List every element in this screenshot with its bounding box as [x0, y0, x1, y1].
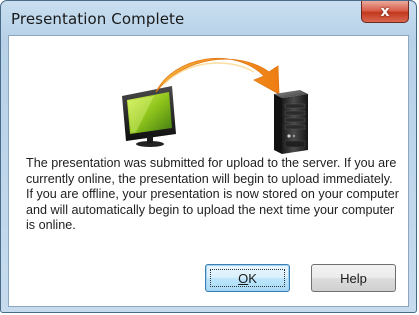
dialog-title: Presentation Complete [11, 10, 185, 28]
upload-illustration [122, 57, 308, 154]
help-button[interactable]: Help [311, 264, 396, 292]
monitor-icon [122, 86, 176, 147]
curved-arrow-icon [155, 57, 280, 95]
title-bar[interactable]: Presentation Complete x [1, 1, 416, 35]
help-button-label: Help [340, 270, 367, 286]
close-button[interactable]: x [361, 1, 409, 23]
ok-button[interactable]: OK [205, 264, 290, 292]
close-icon: x [380, 3, 390, 20]
focus-ring [210, 269, 285, 287]
dialog-content: The presentation was submitted for uploa… [8, 35, 409, 307]
dialog-window: Presentation Complete x The presentation… [0, 0, 417, 313]
server-icon [274, 90, 308, 154]
dialog-message: The presentation was submitted for uploa… [26, 156, 399, 232]
